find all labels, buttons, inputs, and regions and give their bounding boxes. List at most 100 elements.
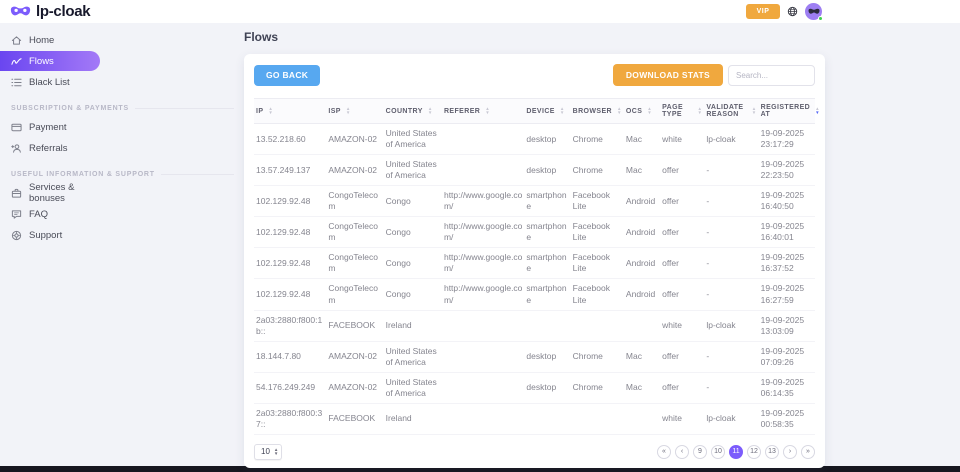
cell-ip: 18.144.7.80 — [254, 341, 326, 372]
sidebar-item-faq[interactable]: FAQ — [0, 204, 100, 224]
table-row[interactable]: 102.129.92.48CongoTelecomCongohttp://www… — [254, 279, 815, 310]
cell-registered-at: 19-09-202506:14:35 — [759, 372, 815, 403]
prev-page-button[interactable]: ‹ — [675, 445, 689, 459]
cell-country: Congo — [384, 186, 442, 217]
column-header-device[interactable]: DEVICE▲▼ — [524, 99, 570, 124]
column-header-isp[interactable]: ISP▲▼ — [326, 99, 383, 124]
sidebar-item-label: Flows — [29, 56, 54, 67]
search-input[interactable] — [728, 65, 815, 86]
cell-browser: Chrome — [571, 155, 624, 186]
cell-validate-reason: lp-cloak — [704, 403, 758, 434]
avatar[interactable] — [805, 3, 822, 20]
logo[interactable]: lp-cloak — [10, 3, 90, 20]
cell-ocs: Android — [624, 186, 660, 217]
last-page-button[interactable]: » — [801, 445, 815, 459]
cell-ocs: Mac — [624, 341, 660, 372]
cell-time: 23:17:29 — [761, 139, 813, 150]
page-buttons: « ‹ 9 10 11 12 13 › » — [657, 445, 815, 459]
sort-arrows-icon[interactable]: ▲▼ — [485, 107, 490, 115]
table-row[interactable]: 13.57.249.137AMAZON-02United States of A… — [254, 155, 815, 186]
cell-isp: CongoTelecom — [326, 217, 383, 248]
column-header-referer[interactable]: REFERER▲▼ — [442, 99, 524, 124]
sort-arrows-icon[interactable]: ▲▼ — [647, 107, 652, 115]
table-row[interactable]: 13.52.218.60AMAZON-02United States of Am… — [254, 124, 815, 155]
cell-page-type: white — [660, 124, 704, 155]
table-row[interactable]: 102.129.92.48CongoTelecomCongohttp://www… — [254, 217, 815, 248]
sidebar-item-black-list[interactable]: Black List — [0, 72, 100, 92]
sort-arrows-icon[interactable]: ▲▼ — [752, 107, 757, 115]
sidebar-item-referrals[interactable]: Referrals — [0, 138, 100, 158]
sort-arrows-icon[interactable]: ▲▼ — [346, 107, 351, 115]
sort-arrows-icon[interactable]: ▲▼ — [560, 107, 565, 115]
cell-ocs: Android — [624, 279, 660, 310]
flows-table: IP▲▼ISP▲▼COUNTRY▲▼REFERER▲▼DEVICE▲▼BROWS… — [254, 98, 815, 435]
page-button-10[interactable]: 10 — [711, 445, 725, 459]
next-page-button[interactable]: › — [783, 445, 797, 459]
table-row[interactable]: 18.144.7.80AMAZON-02United States of Ame… — [254, 341, 815, 372]
avatar-mask-icon — [808, 8, 820, 15]
cell-country: Congo — [384, 279, 442, 310]
sidebar-item-payment[interactable]: Payment — [0, 117, 100, 137]
download-stats-button[interactable]: DOWNLOAD STATS — [613, 64, 723, 86]
cell-validate-reason: lp-cloak — [704, 310, 758, 341]
column-header-country[interactable]: COUNTRY▲▼ — [384, 99, 442, 124]
page-button-9[interactable]: 9 — [693, 445, 707, 459]
sort-arrows-icon[interactable]: ▲▼ — [428, 107, 433, 115]
referrals-icon — [11, 143, 22, 154]
first-page-button[interactable]: « — [657, 445, 671, 459]
column-label: BROWSER — [573, 108, 612, 115]
sidebar-item-support[interactable]: Support — [0, 225, 100, 245]
go-back-button[interactable]: GO BACK — [254, 65, 320, 86]
page-button-12[interactable]: 12 — [747, 445, 761, 459]
column-header-validate-reason[interactable]: VALIDATE REASON ▲▼ — [704, 99, 758, 124]
cell-referer: http://www.google.com/ — [442, 279, 524, 310]
cell-country: United States of America — [384, 341, 442, 372]
cell-validate-reason: - — [704, 248, 758, 279]
sidebar-item-flows[interactable]: Flows — [0, 51, 100, 71]
cell-registered-at: 19-09-202523:17:29 — [759, 124, 815, 155]
page-button-13[interactable]: 13 — [765, 445, 779, 459]
topbar: lp-cloak VIP — [0, 0, 960, 23]
cell-isp: CongoTelecom — [326, 186, 383, 217]
page-button-11[interactable]: 11 — [729, 445, 743, 459]
column-header-page-type[interactable]: PAGE TYPE▲▼ — [660, 99, 704, 124]
sort-arrows-icon[interactable]: ▲▼ — [697, 107, 702, 115]
cell-ip: 13.57.249.137 — [254, 155, 326, 186]
cell-country: United States of America — [384, 372, 442, 403]
vip-button[interactable]: VIP — [746, 4, 780, 19]
cell-referer — [442, 155, 524, 186]
sidebar-item-label: Services & bonuses — [29, 182, 100, 204]
sidebar-item-label: Payment — [29, 122, 67, 133]
cell-isp: AMAZON-02 — [326, 124, 383, 155]
cell-page-type: offer — [660, 248, 704, 279]
table-row[interactable]: 54.176.249.249AMAZON-02United States of … — [254, 372, 815, 403]
sort-arrows-icon[interactable]: ▲▼ — [617, 107, 622, 115]
cell-registered-at: 19-09-202516:40:50 — [759, 186, 815, 217]
column-header-registered-at[interactable]: REGISTERED AT▲▼ — [759, 99, 815, 124]
sidebar-item-label: Black List — [29, 77, 70, 88]
column-label: VALIDATE REASON — [706, 104, 746, 118]
sort-arrows-icon[interactable]: ▲▼ — [815, 107, 820, 115]
cell-time: 16:37:52 — [761, 263, 813, 274]
sidebar-item-home[interactable]: Home — [0, 30, 100, 50]
cell-ocs — [624, 403, 660, 434]
sort-arrows-icon[interactable]: ▲▼ — [268, 107, 273, 115]
column-header-browser[interactable]: BROWSER ▲▼ — [571, 99, 624, 124]
cell-date: 19-09-2025 — [761, 252, 813, 263]
table-row[interactable]: 102.129.92.48CongoTelecomCongohttp://www… — [254, 186, 815, 217]
table-row[interactable]: 2a03:2880:f800:37::FACEBOOKIrelandwhitel… — [254, 403, 815, 434]
cell-time: 00:58:35 — [761, 419, 813, 430]
language-globe-icon[interactable] — [787, 6, 798, 17]
column-header-ip[interactable]: IP▲▼ — [254, 99, 326, 124]
cell-date: 19-09-2025 — [761, 221, 813, 232]
column-header-ocs[interactable]: OCS▲▼ — [624, 99, 660, 124]
cell-time: 13:03:09 — [761, 326, 813, 337]
cell-device — [524, 310, 570, 341]
sidebar-item-services-bonuses[interactable]: Services & bonuses — [0, 183, 100, 203]
table-row[interactable]: 2a03:2880:f800:1b::FACEBOOKIrelandwhitel… — [254, 310, 815, 341]
cell-ip: 2a03:2880:f800:37:: — [254, 403, 326, 434]
cell-page-type: offer — [660, 155, 704, 186]
table-row[interactable]: 102.129.92.48CongoTelecomCongohttp://www… — [254, 248, 815, 279]
cell-referer — [442, 341, 524, 372]
page-size-select[interactable]: 10 ▲▼ — [254, 444, 282, 460]
